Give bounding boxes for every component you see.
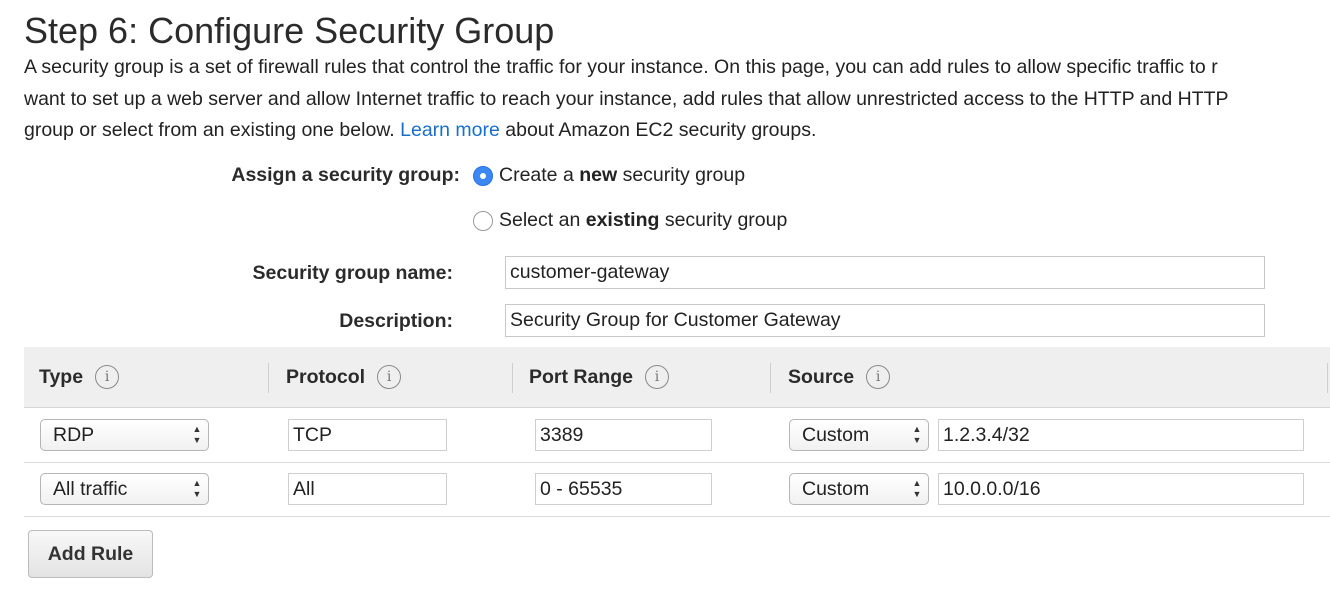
- header-type-label: Type: [39, 365, 84, 388]
- header-source: Source i: [788, 347, 891, 407]
- intro-line-1: A security group is a set of firewall ru…: [24, 56, 1218, 78]
- rule-port-range-input[interactable]: [535, 473, 712, 505]
- radio-create-new-button[interactable]: [473, 165, 493, 186]
- rule-type-value: RDP: [53, 423, 95, 446]
- page-title: Step 6: Configure Security Group: [24, 10, 555, 51]
- rule-type-select[interactable]: All traffic ▲ ▼: [40, 473, 209, 505]
- assign-security-group-label: Assign a security group:: [231, 164, 460, 186]
- header-divider: [1327, 363, 1328, 393]
- info-icon[interactable]: i: [645, 365, 670, 389]
- updown-arrows-icon: ▲ ▼: [192, 424, 202, 445]
- header-divider: [268, 363, 269, 393]
- radio-select-existing-bold: existing: [585, 209, 660, 231]
- header-divider: [770, 363, 771, 393]
- rule-protocol-input[interactable]: [288, 419, 447, 451]
- rule-port-range-input[interactable]: [535, 419, 712, 451]
- rule-source-select[interactable]: Custom ▲ ▼: [789, 419, 929, 451]
- radio-create-new-prefix: Create a: [499, 164, 580, 186]
- updown-arrows-icon: ▲ ▼: [912, 478, 922, 499]
- rule-type-select[interactable]: RDP ▲ ▼: [40, 419, 209, 451]
- info-icon[interactable]: i: [377, 365, 402, 389]
- updown-arrows-icon: ▲ ▼: [912, 424, 922, 445]
- header-type: Type i: [39, 347, 120, 407]
- learn-more-link[interactable]: Learn more: [400, 119, 500, 141]
- rule-source-type-value: Custom: [802, 477, 870, 500]
- rule-source-select[interactable]: Custom ▲ ▼: [789, 473, 929, 505]
- radio-create-new-label: Create a new security group: [499, 164, 745, 187]
- header-port-range-label: Port Range: [529, 365, 634, 388]
- add-rule-button[interactable]: Add Rule: [28, 530, 153, 578]
- description-input[interactable]: [505, 304, 1265, 337]
- rule-source-input[interactable]: [938, 473, 1304, 505]
- rule-source-input[interactable]: [938, 419, 1304, 451]
- info-icon[interactable]: i: [95, 365, 120, 389]
- radio-create-new-bold: new: [579, 164, 618, 186]
- intro-line-3-prefix: group or select from an existing one bel…: [24, 119, 401, 141]
- intro-line-3-suffix: about Amazon EC2 security groups.: [499, 119, 817, 141]
- radio-create-new[interactable]: Create a new security group: [473, 164, 745, 187]
- radio-create-new-suffix: security group: [617, 164, 746, 186]
- radio-select-existing-suffix: security group: [659, 209, 788, 231]
- intro-text: A security group is a set of firewall ru…: [24, 52, 1330, 147]
- radio-select-existing[interactable]: Select an existing security group: [473, 209, 787, 232]
- intro-line-3: group or select from an existing one bel…: [24, 115, 1330, 147]
- security-group-name-label: Security group name:: [252, 262, 453, 284]
- radio-select-existing-prefix: Select an: [499, 209, 586, 231]
- row-divider: [24, 516, 1330, 517]
- intro-line-2: want to set up a web server and allow In…: [24, 87, 1229, 110]
- updown-arrows-icon: ▲ ▼: [192, 478, 202, 499]
- radio-select-existing-button[interactable]: [473, 210, 493, 231]
- row-divider: [24, 462, 1330, 463]
- description-label: Description:: [339, 310, 453, 332]
- info-icon[interactable]: i: [866, 365, 891, 389]
- rules-table-header: Type i Protocol i Port Range i Source i: [24, 347, 1330, 408]
- header-protocol-label: Protocol: [286, 365, 366, 388]
- rule-type-value: All traffic: [53, 477, 128, 500]
- header-divider: [512, 363, 513, 393]
- header-port-range: Port Range i: [529, 347, 670, 407]
- radio-select-existing-label: Select an existing security group: [499, 209, 787, 232]
- security-group-name-input[interactable]: [505, 256, 1265, 289]
- rule-protocol-input[interactable]: [288, 473, 447, 505]
- header-protocol: Protocol i: [286, 347, 402, 407]
- rule-source-type-value: Custom: [802, 423, 870, 446]
- header-source-label: Source: [788, 365, 855, 388]
